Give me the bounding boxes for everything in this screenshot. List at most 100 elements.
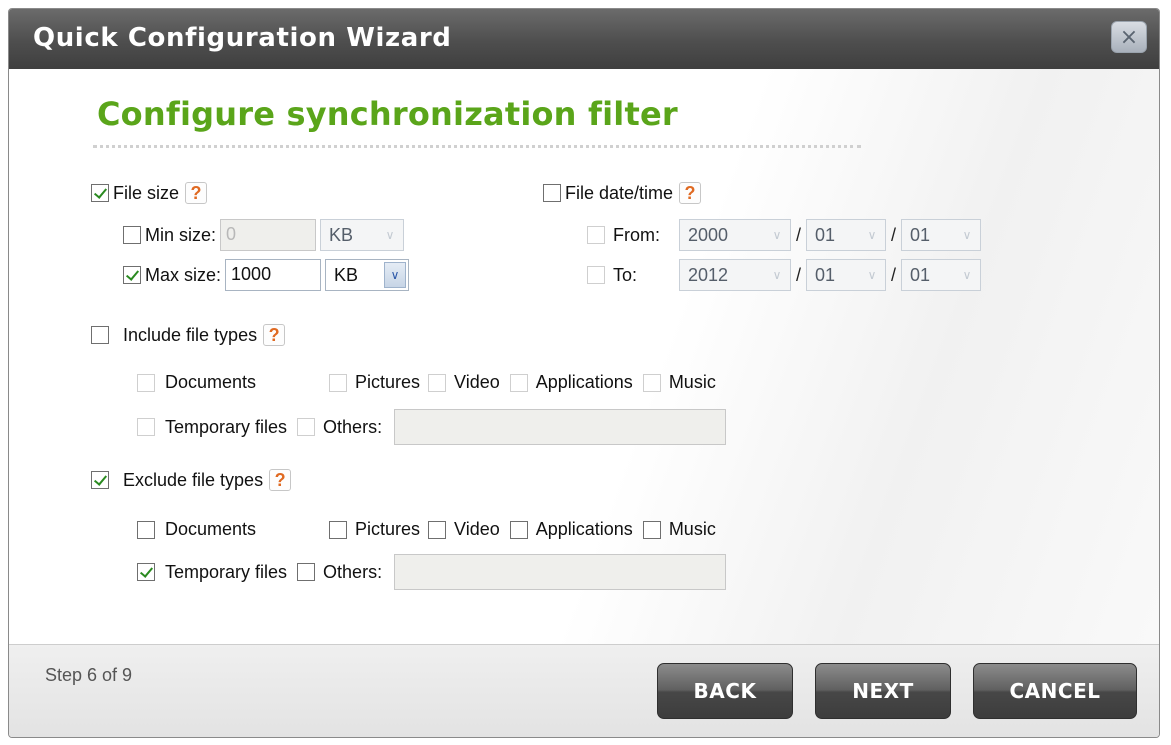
to-month-select[interactable]: 01 ∨ [806, 259, 887, 291]
include-types-checkbox[interactable] [91, 326, 109, 344]
include-temporary-checkbox[interactable] [137, 418, 155, 436]
title-bar: Quick Configuration Wizard × [9, 9, 1159, 69]
max-size-input[interactable]: 1000 [225, 259, 322, 291]
exclude-music-checkbox[interactable] [642, 520, 661, 539]
file-size-label: File size [113, 182, 180, 203]
include-types-help-icon[interactable]: ? [263, 324, 286, 346]
max-size-unit-value: KB [334, 264, 359, 285]
include-pictures-label: Pictures [355, 372, 421, 392]
chevron-down-icon: ∨ [962, 268, 972, 282]
to-month-value: 01 [815, 264, 836, 285]
exclude-applications-label: Applications [535, 519, 633, 539]
max-size-checkbox[interactable] [123, 266, 141, 284]
min-size-input[interactable]: 0 [220, 219, 317, 251]
include-others-input[interactable] [394, 409, 727, 445]
include-types-options-row-1: Documents Pictures Video Applications Mu… [137, 372, 716, 393]
file-datetime-label: File date/time [565, 182, 674, 203]
include-types-label: Include file types [123, 324, 258, 345]
file-datetime-help-icon[interactable]: ? [679, 182, 702, 204]
exclude-others-input[interactable] [394, 554, 727, 590]
from-month-select[interactable]: 01 ∨ [806, 219, 887, 251]
exclude-others-label: Others: [323, 561, 383, 582]
chevron-down-icon: ∨ [772, 268, 782, 282]
exclude-types-label: Exclude file types [123, 469, 264, 490]
heading-divider [93, 145, 861, 148]
date-to-checkbox[interactable] [587, 266, 605, 284]
min-size-row: Min size: 0 KB ∨ [123, 219, 405, 251]
max-size-row: Max size: 1000 KB ∨ [123, 259, 410, 291]
include-others-label: Others: [323, 416, 383, 437]
include-applications-checkbox[interactable] [509, 373, 528, 392]
max-size-label: Max size: [145, 264, 222, 285]
file-size-help-icon[interactable]: ? [185, 182, 208, 204]
file-datetime-row: File date/time ? [543, 182, 702, 204]
exclude-types-help-icon[interactable]: ? [269, 469, 292, 491]
date-separator: / [891, 264, 897, 285]
date-to-row: To: 2012 ∨ / 01 ∨ / 01 ∨ [587, 259, 982, 291]
exclude-pictures-label: Pictures [355, 519, 421, 539]
page-heading: Configure synchronization filter [97, 95, 678, 133]
from-year-select[interactable]: 2000 ∨ [679, 219, 791, 251]
include-temporary-label: Temporary files [165, 416, 288, 437]
exclude-documents-checkbox[interactable] [137, 520, 155, 539]
chevron-down-icon: ∨ [385, 228, 395, 242]
step-indicator: Step 6 of 9 [45, 665, 133, 685]
to-year-select[interactable]: 2012 ∨ [679, 259, 791, 291]
min-size-unit-value: KB [329, 224, 354, 245]
date-from-checkbox[interactable] [587, 226, 605, 244]
file-datetime-checkbox[interactable] [543, 184, 561, 202]
cancel-button[interactable]: CANCEL [973, 663, 1137, 719]
min-size-checkbox[interactable] [123, 226, 141, 244]
date-from-label: From: [613, 224, 660, 245]
exclude-pictures-checkbox[interactable] [329, 520, 347, 539]
exclude-types-options-row-2: Temporary files Others: [137, 554, 727, 590]
close-icon: × [1119, 24, 1139, 50]
exclude-video-checkbox[interactable] [428, 520, 447, 539]
window-title: Quick Configuration Wizard [33, 23, 452, 53]
to-day-value: 01 [910, 264, 931, 285]
include-types-options-row-2: Temporary files Others: [137, 409, 727, 445]
from-year-value: 2000 [688, 224, 729, 245]
include-documents-label: Documents [165, 372, 257, 392]
file-size-row: File size ? [91, 182, 208, 204]
exclude-temporary-label: Temporary files [165, 561, 288, 582]
include-music-label: Music [668, 372, 716, 392]
exclude-temporary-checkbox[interactable] [137, 563, 155, 581]
exclude-music-label: Music [668, 519, 716, 539]
date-from-row: From: 2000 ∨ / 01 ∨ / 01 ∨ [587, 219, 982, 251]
exclude-documents-label: Documents [165, 519, 257, 539]
to-day-select[interactable]: 01 ∨ [901, 259, 982, 291]
to-year-value: 2012 [688, 264, 729, 285]
chevron-down-icon: ∨ [384, 262, 407, 288]
from-day-select[interactable]: 01 ∨ [901, 219, 982, 251]
chevron-down-icon: ∨ [772, 228, 782, 242]
exclude-video-label: Video [454, 519, 500, 539]
exclude-types-options-row-1: Documents Pictures Video Applications Mu… [137, 519, 716, 540]
include-documents-checkbox[interactable] [137, 373, 155, 392]
min-size-unit-select[interactable]: KB ∨ [320, 219, 405, 251]
from-month-value: 01 [815, 224, 836, 245]
min-size-label: Min size: [145, 224, 217, 245]
include-pictures-checkbox[interactable] [329, 373, 347, 392]
from-day-value: 01 [910, 224, 931, 245]
wizard-footer: Step 6 of 9 BACK NEXT CANCEL [9, 644, 1159, 737]
exclude-types-checkbox[interactable] [91, 471, 109, 489]
exclude-applications-checkbox[interactable] [509, 520, 528, 539]
max-size-unit-select[interactable]: KB ∨ [325, 259, 410, 291]
date-separator: / [796, 224, 802, 245]
chevron-down-icon: ∨ [867, 268, 877, 282]
next-button[interactable]: NEXT [815, 663, 951, 719]
close-button[interactable]: × [1111, 21, 1147, 53]
include-music-checkbox[interactable] [642, 373, 661, 392]
include-applications-label: Applications [535, 372, 633, 392]
include-video-label: Video [454, 372, 500, 392]
wizard-dialog: Quick Configuration Wizard × Configure s… [8, 8, 1160, 738]
chevron-down-icon: ∨ [867, 228, 877, 242]
file-size-checkbox[interactable] [91, 184, 109, 202]
include-others-checkbox[interactable] [297, 418, 316, 436]
exclude-others-checkbox[interactable] [297, 563, 316, 581]
include-types-row: Include file types ? [91, 324, 286, 346]
wizard-content: Configure synchronization filter File si… [9, 69, 1159, 644]
include-video-checkbox[interactable] [428, 373, 447, 392]
back-button[interactable]: BACK [657, 663, 793, 719]
